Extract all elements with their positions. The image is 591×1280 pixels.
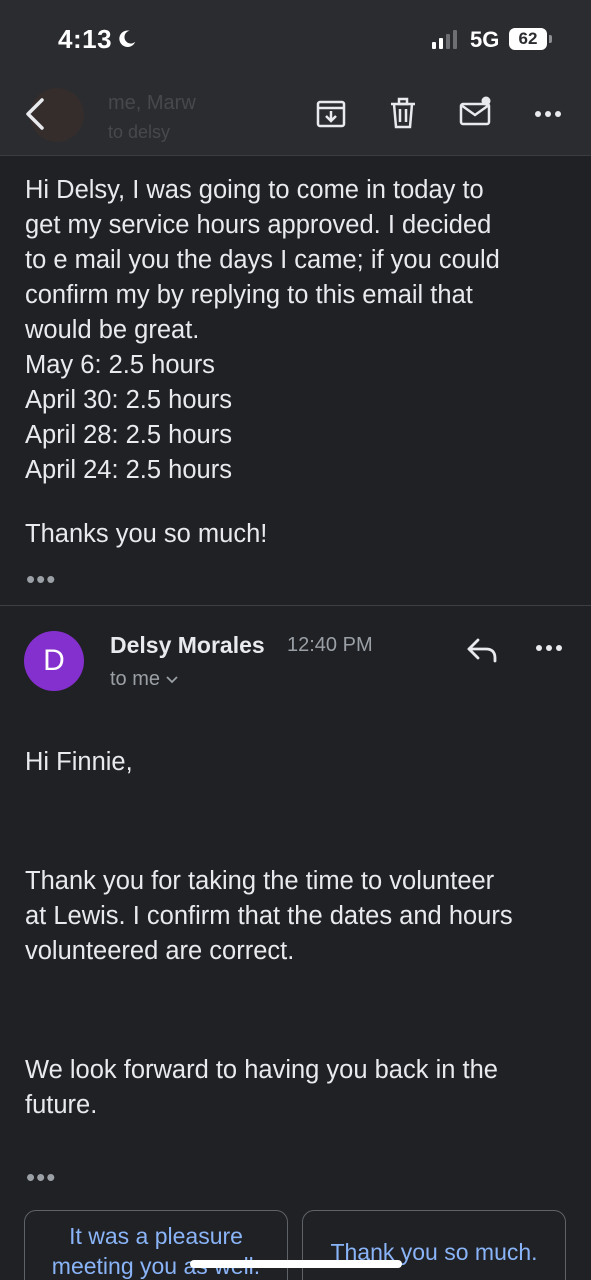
body-line: volunteered are correct. <box>25 937 295 965</box>
battery-indicator: 62 <box>509 28 547 50</box>
reply-paragraph-1: Thank you for taking the time to volunte… <box>25 864 573 969</box>
hours-line: April 28: 2.5 hours <box>25 421 232 449</box>
cellular-signal-icon <box>432 30 457 49</box>
message-time: 12:40 PM <box>287 634 373 656</box>
email-thread-screen: 4:13 5G 62 me, Marw to delsy Hi Delsy, I… <box>0 0 591 1280</box>
message-divider <box>0 605 591 606</box>
battery-tip <box>549 35 552 43</box>
hours-line: May 6: 2.5 hours <box>25 351 215 379</box>
top-app-bar: 4:13 5G 62 me, Marw to delsy <box>0 0 591 156</box>
body-line: get my service hours approved. I decided <box>25 211 492 239</box>
sender-avatar[interactable]: D <box>24 631 84 691</box>
more-options-icon[interactable] <box>532 96 564 130</box>
do-not-disturb-moon-icon <box>119 30 136 47</box>
back-arrow-icon[interactable] <box>20 94 52 134</box>
mark-unread-mail-icon[interactable] <box>458 96 492 130</box>
sender-name[interactable]: Delsy Morales <box>110 632 265 659</box>
smart-reply-chip-thank-you[interactable]: Thank you so much. <box>302 1210 566 1280</box>
smart-reply-chip-pleasure[interactable]: It was a pleasure meeting you as well. <box>24 1210 288 1280</box>
faded-thread-subtitle: to delsy <box>108 122 171 142</box>
body-line: to e mail you the days I came; if you co… <box>25 246 500 274</box>
first-message-body: Hi Delsy, I was going to come in today t… <box>25 173 573 488</box>
show-trimmed-content-button[interactable]: ••• <box>26 566 56 592</box>
reply-greeting: Hi Finnie, <box>25 748 133 776</box>
delete-trash-icon[interactable] <box>386 96 420 130</box>
recipient-details-toggle[interactable]: to me <box>110 668 178 691</box>
body-line: Thank you for taking the time to volunte… <box>25 867 495 895</box>
hours-line: April 24: 2.5 hours <box>25 456 232 484</box>
hours-line: April 30: 2.5 hours <box>25 386 232 414</box>
chevron-down-icon <box>166 675 178 683</box>
status-time: 4:13 <box>58 24 113 54</box>
message-more-options-icon[interactable] <box>534 638 564 658</box>
archive-icon[interactable] <box>314 96 348 130</box>
network-type: 5G <box>470 27 500 52</box>
body-line: Hi Delsy, I was going to come in today t… <box>25 176 484 204</box>
first-message-closing: Thanks you so much! <box>25 520 268 548</box>
body-line: would be great. <box>25 316 200 344</box>
reply-paragraph-2: We look forward to having you back in th… <box>25 1053 573 1123</box>
recipient-label: to me <box>110 668 161 690</box>
show-trimmed-content-button[interactable]: ••• <box>26 1164 56 1190</box>
reply-arrow-icon[interactable] <box>466 634 498 664</box>
body-line: confirm my by replying to this email tha… <box>25 281 473 309</box>
faded-thread-title: me, Marw <box>108 92 196 114</box>
body-line: We look forward to having you back in th… <box>25 1056 498 1084</box>
body-line: future. <box>25 1091 98 1119</box>
home-indicator[interactable] <box>190 1260 402 1268</box>
body-line: at Lewis. I confirm that the dates and h… <box>25 902 513 930</box>
